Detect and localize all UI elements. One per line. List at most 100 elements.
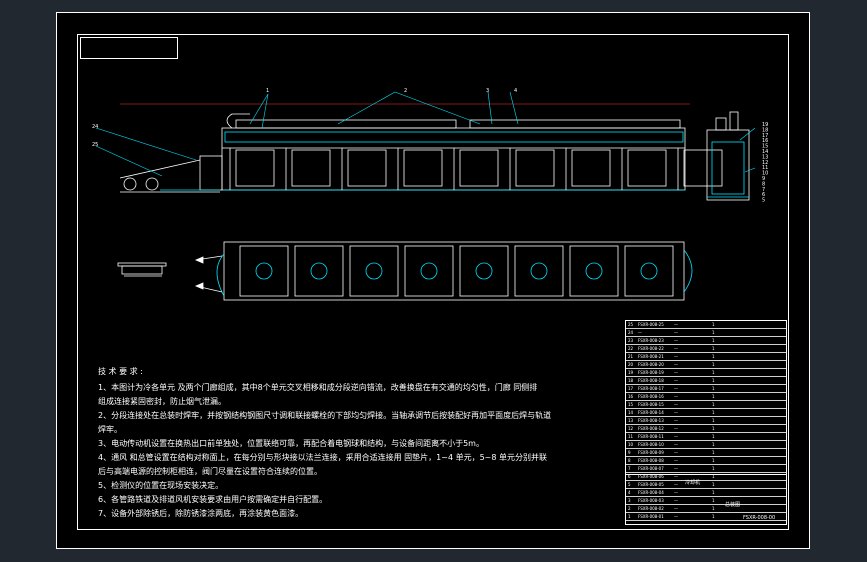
parts-cell-name: —: [674, 426, 678, 431]
note-line: 4、通风 和总管设置在结构对称面上，在每分别与形块接以法兰连接，采用合适连接用 …: [98, 453, 548, 462]
parts-row: 17 FSXR-008-17 — 1: [626, 385, 786, 393]
cooling-unit: [683, 149, 723, 187]
parts-cell-qty: 1: [712, 378, 715, 383]
parts-cell-qty: 1: [712, 394, 715, 399]
parts-cell-code: FSXR-008-18: [638, 378, 664, 383]
parts-row: 13 FSXR-008-13 — 1: [626, 417, 786, 425]
callout-number: 2: [404, 88, 407, 94]
technical-requirements: 技 术 要 求 : 1、本图计为冷各单元 及两个门廊组成，其中8个单元交叉相移和…: [98, 365, 618, 521]
parts-cell-code: FSXR-008-17: [638, 386, 664, 391]
fan-circle: [640, 262, 658, 280]
note-line: 1、本图计为冷各单元 及两个门廊组成，其中8个单元交叉相移和成分段逆向错流，改善…: [98, 383, 538, 392]
parts-cell-name: —: [674, 410, 678, 415]
fan-circle: [475, 262, 493, 280]
sheet-label: 总装图: [725, 502, 741, 508]
parts-cell-qty: 1: [712, 442, 715, 447]
callout-number: 3: [486, 88, 489, 94]
parts-cell-no: 7: [628, 466, 631, 471]
parts-cell-qty: 1: [712, 354, 715, 359]
parts-cell-qty: 1: [712, 402, 715, 407]
parts-cell-code: FSXR-008-10: [638, 442, 664, 447]
leader-lines: [95, 91, 756, 177]
parts-row: 25 FSXR-008-25 — 1: [626, 321, 786, 329]
parts-cell-no: 21: [628, 354, 634, 359]
callout-number: 4: [514, 88, 517, 94]
parts-cell-code: FSXR-008-16: [638, 394, 664, 399]
cooling-unit: [291, 149, 331, 187]
parts-cell-qty: 1: [712, 322, 715, 327]
parts-cell-qty: 1: [712, 426, 715, 431]
plan-cell: [459, 245, 509, 297]
parts-cell-name: —: [674, 386, 678, 391]
parts-row: 10 FSXR-008-10 — 1: [626, 441, 786, 449]
parts-cell-code: FSXR-008-12: [638, 426, 664, 431]
callout-number: 24: [92, 124, 98, 130]
note-line: 焊牢。: [98, 425, 122, 434]
parts-cell-name: —: [674, 330, 678, 335]
parts-row: 22 FSXR-008-22 — 1: [626, 345, 786, 353]
plan-cell: [514, 245, 564, 297]
elevation-view: [119, 103, 750, 201]
cooling-unit: [571, 149, 611, 187]
parts-cell-qty: 1: [712, 466, 715, 471]
title-block: 冷却机 总装图 FSXR-008-00: [625, 474, 787, 525]
parts-cell-no: 14: [628, 410, 634, 415]
parts-cell-qty: 1: [712, 450, 715, 455]
plan-cell: [569, 245, 619, 297]
parts-cell-no: 25: [628, 322, 634, 327]
parts-cell-name: —: [674, 458, 678, 463]
note-line: 7、设备外部除锈后，除防锈漆涂两底，再涂装黄色面漆。: [98, 509, 304, 518]
note-line: 6、各管路铁道及排道风机安装要求由用户按需确定并自行配置。: [98, 495, 328, 504]
parts-cell-name: —: [674, 434, 678, 439]
note-line: 后与高端电源的控制柜相连，阀门尽量在设置符合连续的位置。: [98, 467, 322, 476]
parts-cell-name: —: [674, 338, 678, 343]
parts-cell-no: 19: [628, 370, 634, 375]
parts-cell-no: 11: [628, 434, 634, 439]
parts-cell-name: —: [674, 362, 678, 367]
parts-cell-no: 22: [628, 346, 634, 351]
parts-cell-qty: 1: [712, 434, 715, 439]
parts-cell-code: FSXR-008-15: [638, 402, 664, 407]
parts-cell-no: 10: [628, 442, 634, 447]
plan-cell: [294, 245, 344, 297]
parts-cell-qty: 1: [712, 362, 715, 367]
parts-cell-code: FSXR-008-11: [638, 434, 664, 439]
callout-number: 1: [266, 88, 269, 94]
parts-cell-code: FSXR-008-08: [638, 458, 664, 463]
parts-row: 19 FSXR-008-19 — 1: [626, 369, 786, 377]
parts-row: 18 FSXR-008-18 — 1: [626, 377, 786, 385]
parts-cell-no: 8: [628, 458, 631, 463]
parts-cell-qty: 1: [712, 346, 715, 351]
parts-cell-no: 15: [628, 402, 634, 407]
parts-row: 7 FSXR-008-07 — 1: [626, 465, 786, 473]
parts-row: 12 FSXR-008-12 — 1: [626, 425, 786, 433]
parts-cell-code: FSXR-008-13: [638, 418, 664, 423]
parts-row: 11 FSXR-008-11 — 1: [626, 433, 786, 441]
parts-cell-name: —: [674, 466, 678, 471]
fan-circle: [310, 262, 328, 280]
parts-row: 15 FSXR-008-15 — 1: [626, 401, 786, 409]
parts-cell-name: —: [674, 346, 678, 351]
parts-row: 24 — — 1: [626, 329, 786, 337]
cooling-unit: [515, 149, 555, 187]
parts-row: 23 FSXR-008-23 — 1: [626, 337, 786, 345]
parts-row: 9 FSXR-008-09 — 1: [626, 449, 786, 457]
parts-cell-code: FSXR-008-22: [638, 346, 664, 351]
plan-cell: [239, 245, 289, 297]
parts-cell-code: FSXR-008-19: [638, 370, 664, 375]
drawing-name: 冷却机: [685, 480, 701, 486]
parts-cell-code: FSXR-008-14: [638, 410, 664, 415]
note-line: 5、检测仪的位置在现场安装决定。: [98, 481, 224, 490]
parts-cell-name: —: [674, 322, 678, 327]
plan-cell: [349, 245, 399, 297]
parts-cell-qty: 1: [712, 410, 715, 415]
fan-circle: [420, 262, 438, 280]
fan-circle: [585, 262, 603, 280]
parts-cell-name: —: [674, 378, 678, 383]
parts-cell-no: 20: [628, 362, 634, 367]
parts-cell-qty: 1: [712, 330, 715, 335]
drawing-number: FSXR-008-00: [743, 515, 776, 521]
parts-cell-name: —: [674, 370, 678, 375]
note-line: 2、分段连接处在总装时焊牢，并按钢结构钢图尺寸调和联接螺栓的下部均匀焊接。当轴承…: [98, 411, 552, 420]
parts-cell-qty: 1: [712, 338, 715, 343]
